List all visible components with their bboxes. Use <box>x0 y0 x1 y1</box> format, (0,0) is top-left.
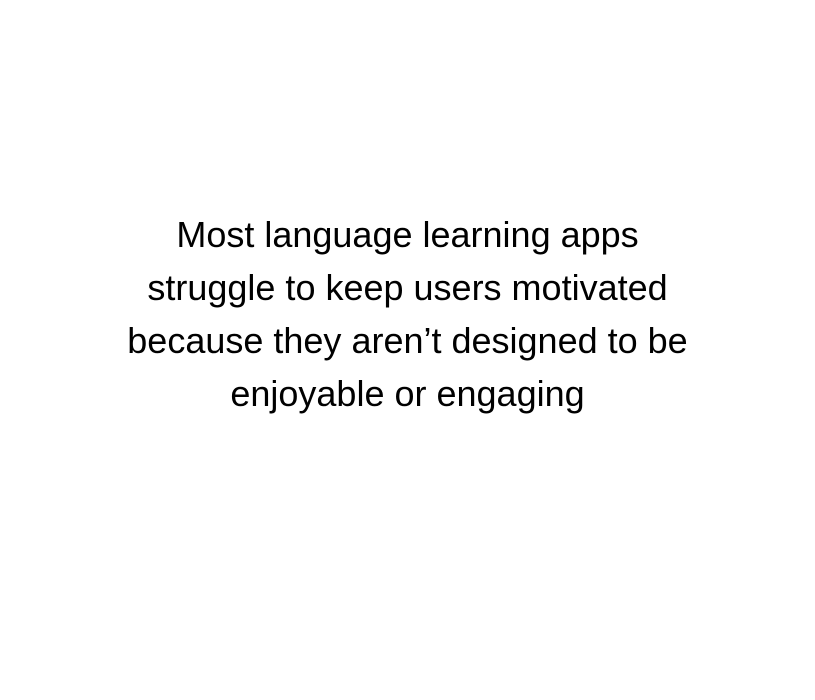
statement-line: because they aren’t designed to be <box>127 320 688 361</box>
slide-canvas: Most language learning apps struggle to … <box>0 0 815 700</box>
statement-line: Most language learning apps <box>176 214 639 255</box>
statement-line: enjoyable or engaging <box>230 373 585 414</box>
statement-line: struggle to keep users motivated <box>147 267 668 308</box>
statement-text: Most language learning apps struggle to … <box>0 208 815 420</box>
